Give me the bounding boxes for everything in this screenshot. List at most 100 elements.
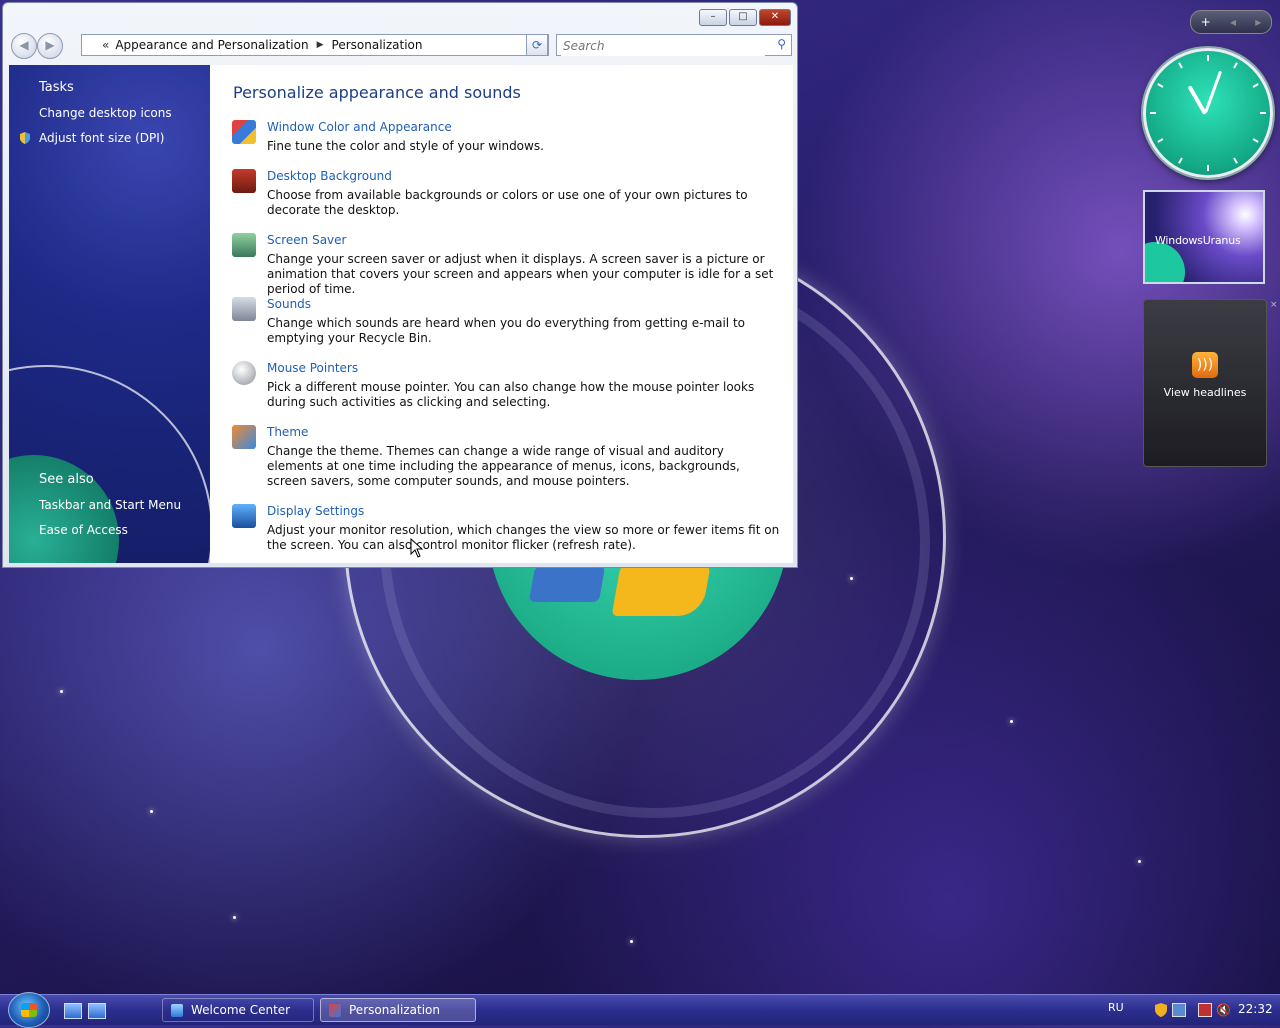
entry-description: Change your screen saver or adjust when … xyxy=(267,252,774,296)
feed-headlines-gadget[interactable]: ))) View headlines xyxy=(1143,299,1267,467)
show-desktop-icon[interactable] xyxy=(64,1003,82,1019)
taskbar-item-welcome-center[interactable]: Welcome Center xyxy=(162,998,314,1022)
task-change-desktop-icons[interactable]: Change desktop icons xyxy=(39,106,172,120)
entry-description: Change the theme. Themes can change a wi… xyxy=(267,444,740,488)
desktop-background-icon xyxy=(232,169,256,193)
entry-description: Adjust your monitor resolution, which ch… xyxy=(267,523,780,552)
window-color-icon xyxy=(232,120,256,144)
windows-logo-icon xyxy=(21,1003,37,1017)
taskbar-item-personalization[interactable]: Personalization xyxy=(320,998,476,1022)
slideshow-orb xyxy=(1145,242,1185,282)
star xyxy=(1138,860,1141,863)
navigation-bar: ◀ ▶ « Appearance and Personalization ▶ P… xyxy=(9,33,792,59)
link-mouse-pointers[interactable]: Mouse Pointers xyxy=(267,361,358,375)
breadcrumb-personalization[interactable]: Personalization xyxy=(332,38,423,52)
slideshow-gadget[interactable]: WindowsUranus xyxy=(1143,190,1265,284)
search-input[interactable] xyxy=(561,36,765,56)
clock-tick xyxy=(1233,157,1238,164)
link-ease-of-access[interactable]: Ease of Access xyxy=(39,523,128,537)
clock-gadget[interactable] xyxy=(1143,48,1273,178)
screen-saver-icon xyxy=(232,233,256,257)
display-icon xyxy=(232,504,256,528)
see-also-heading: See also xyxy=(39,472,94,487)
clock-tick xyxy=(1207,165,1209,171)
forward-button[interactable]: ▶ xyxy=(37,33,63,59)
clock-tick xyxy=(1207,55,1209,61)
sounds-icon xyxy=(232,297,256,321)
link-display-settings[interactable]: Display Settings xyxy=(267,504,364,518)
breadcrumb-overflow[interactable]: « xyxy=(102,38,109,52)
link-sounds[interactable]: Sounds xyxy=(267,297,311,311)
clock-tick xyxy=(1157,138,1164,143)
personalization-icon xyxy=(329,1004,341,1017)
entry-description: Choose from available backgrounds or col… xyxy=(267,188,748,217)
clock-tick xyxy=(1252,138,1259,143)
mouse-icon xyxy=(232,361,256,385)
taskbar-item-label: Personalization xyxy=(349,1003,440,1017)
security-shield-icon[interactable] xyxy=(1154,1003,1168,1017)
minimize-button[interactable]: – xyxy=(699,9,727,26)
gadget-next-button[interactable]: ▸ xyxy=(1255,15,1261,29)
tasks-heading: Tasks xyxy=(39,80,74,95)
clock-tick xyxy=(1178,62,1183,69)
back-button[interactable]: ◀ xyxy=(11,33,37,59)
clock-tick xyxy=(1233,62,1238,69)
personalization-window[interactable]: – □ ✕ ◀ ▶ « Appearance and Personalizati… xyxy=(2,2,798,568)
refresh-button[interactable]: ⟳ xyxy=(526,34,548,56)
task-adjust-font-size[interactable]: Adjust font size (DPI) xyxy=(39,131,164,145)
search-icon[interactable]: ⚲ xyxy=(777,37,786,51)
maximize-button[interactable]: □ xyxy=(729,9,757,26)
windows-sidebar-icon[interactable] xyxy=(1172,1003,1186,1017)
star xyxy=(850,577,853,580)
switch-windows-icon[interactable] xyxy=(88,1003,106,1019)
link-window-color[interactable]: Window Color and Appearance xyxy=(267,120,452,134)
slideshow-caption: WindowsUranus xyxy=(1155,234,1241,247)
link-screen-saver[interactable]: Screen Saver xyxy=(267,233,346,247)
network-icon[interactable] xyxy=(1198,1003,1212,1017)
start-button[interactable] xyxy=(8,992,50,1028)
link-taskbar-start-menu[interactable]: Taskbar and Start Menu xyxy=(39,498,181,512)
taskbar-item-label: Welcome Center xyxy=(191,1003,291,1017)
welcome-center-icon xyxy=(171,1004,183,1017)
wallpaper-flag-blue xyxy=(528,566,606,602)
clock-tick xyxy=(1260,112,1266,114)
search-box[interactable]: ⚲ xyxy=(556,34,792,56)
breadcrumb-appearance[interactable]: Appearance and Personalization xyxy=(115,38,308,52)
content-pane: Personalize appearance and sounds Window… xyxy=(210,65,793,563)
close-button[interactable]: ✕ xyxy=(759,9,791,26)
view-headlines-link[interactable]: View headlines xyxy=(1144,386,1266,399)
breadcrumb-separator-icon[interactable]: ▶ xyxy=(317,40,324,50)
mouse-cursor-icon xyxy=(410,538,424,558)
page-title: Personalize appearance and sounds xyxy=(233,83,521,102)
rss-icon: ))) xyxy=(1192,352,1218,378)
clock-tick xyxy=(1252,83,1259,88)
link-desktop-background[interactable]: Desktop Background xyxy=(267,169,392,183)
gadget-prev-button[interactable]: ◂ xyxy=(1230,15,1236,29)
star xyxy=(60,690,63,693)
wallpaper-flag-yellow xyxy=(611,566,711,616)
address-bar[interactable]: « Appearance and Personalization ▶ Perso… xyxy=(81,34,549,56)
star xyxy=(630,940,633,943)
shield-icon xyxy=(20,132,30,144)
clock-time[interactable]: 22:32 xyxy=(1238,1002,1273,1016)
theme-icon xyxy=(232,425,256,449)
add-gadget-button[interactable]: + xyxy=(1201,15,1211,29)
feed-close-button[interactable]: × xyxy=(1270,300,1278,310)
link-theme[interactable]: Theme xyxy=(267,425,308,439)
taskbar: Welcome Center Personalization RU 🔇 22:3… xyxy=(0,992,1280,1028)
entry-description: Change which sounds are heard when you d… xyxy=(267,316,745,345)
task-pane: Tasks Change desktop icons Adjust font s… xyxy=(9,65,210,563)
clock-tick xyxy=(1178,157,1183,164)
gadget-sidebar-controls: + ◂ ▸ xyxy=(1190,10,1272,34)
star xyxy=(233,916,236,919)
entry-description: Pick a different mouse pointer. You can … xyxy=(267,380,755,409)
clock-minute-hand xyxy=(1204,70,1223,113)
star xyxy=(1010,720,1013,723)
volume-muted-icon[interactable]: 🔇 xyxy=(1216,1003,1231,1017)
star xyxy=(150,810,153,813)
clock-tick xyxy=(1150,112,1156,114)
caption-buttons: – □ ✕ xyxy=(699,9,791,26)
language-indicator[interactable]: RU xyxy=(1108,1001,1124,1014)
entry-description: Fine tune the color and style of your wi… xyxy=(267,139,544,153)
clock-tick xyxy=(1157,83,1164,88)
